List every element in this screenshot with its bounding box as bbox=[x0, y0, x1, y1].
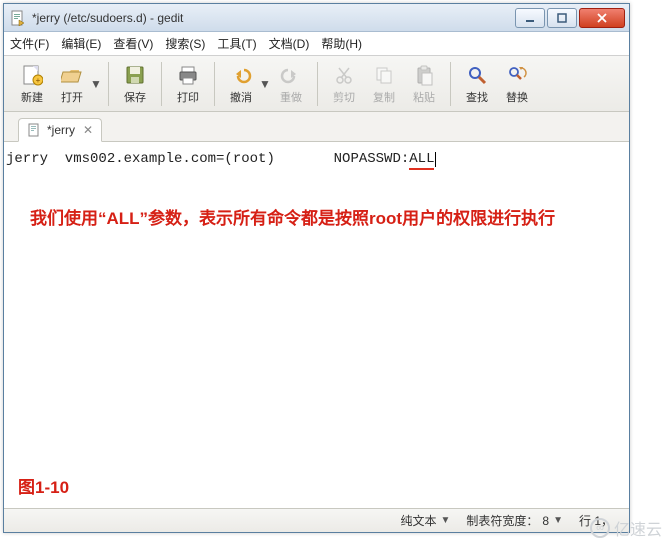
print-icon bbox=[176, 63, 200, 87]
undo-dropdown[interactable]: ▼ bbox=[259, 77, 271, 91]
statusbar: 纯文本 ▼ 制表符宽度： 8 ▼ 行 1， bbox=[4, 508, 629, 532]
cut-button[interactable]: 剪切 bbox=[324, 61, 364, 107]
tab-strip: *jerry ✕ bbox=[4, 112, 629, 142]
find-label: 查找 bbox=[466, 89, 488, 105]
find-icon bbox=[465, 63, 489, 87]
copy-button[interactable]: 复制 bbox=[364, 61, 404, 107]
menu-search[interactable]: 搜索(S) bbox=[165, 35, 205, 52]
language-selector[interactable]: 纯文本 ▼ bbox=[392, 512, 458, 529]
menu-tools[interactable]: 工具(T) bbox=[217, 35, 256, 52]
annotation-text: 我们使用“ALL”参数，表示所有命令都是按照root用户的权限进行执行 bbox=[30, 204, 555, 229]
chevron-down-icon: ▼ bbox=[553, 515, 563, 526]
cut-icon bbox=[332, 63, 356, 87]
menu-file[interactable]: 文件(F) bbox=[10, 35, 49, 52]
cut-label: 剪切 bbox=[333, 89, 355, 105]
replace-icon bbox=[505, 63, 529, 87]
toolbar-separator bbox=[108, 62, 109, 106]
toolbar-separator bbox=[450, 62, 451, 106]
new-label: 新建 bbox=[21, 89, 43, 105]
new-file-icon: + bbox=[20, 63, 44, 87]
replace-button[interactable]: 替换 bbox=[497, 61, 537, 107]
document-tab[interactable]: *jerry ✕ bbox=[18, 118, 102, 142]
app-window: *jerry (/etc/sudoers.d) - gedit 文件(F) 编辑… bbox=[3, 3, 630, 533]
undo-button[interactable]: 撤消 bbox=[221, 61, 261, 107]
undo-icon bbox=[229, 63, 253, 87]
menubar: 文件(F) 编辑(E) 查看(V) 搜索(S) 工具(T) 文档(D) 帮助(H… bbox=[4, 32, 629, 56]
print-label: 打印 bbox=[177, 89, 199, 105]
figure-label: 图1-10 bbox=[18, 473, 69, 498]
chevron-down-icon: ▼ bbox=[440, 515, 450, 526]
app-icon bbox=[10, 10, 26, 26]
menu-edit[interactable]: 编辑(E) bbox=[61, 35, 101, 52]
text-editor[interactable]: jerry vms002.example.com=(root) NOPASSWD… bbox=[4, 142, 629, 508]
redo-button[interactable]: 重做 bbox=[271, 61, 311, 107]
undo-label: 撤消 bbox=[230, 89, 252, 105]
paste-icon bbox=[412, 63, 436, 87]
toolbar-separator bbox=[161, 62, 162, 106]
maximize-button[interactable] bbox=[547, 8, 577, 28]
document-icon bbox=[27, 123, 41, 137]
open-dropdown[interactable]: ▼ bbox=[90, 77, 102, 91]
editor-line: jerry vms002.example.com=(root) NOPASSWD… bbox=[6, 150, 627, 168]
print-button[interactable]: 打印 bbox=[168, 61, 208, 107]
menu-view[interactable]: 查看(V) bbox=[113, 35, 153, 52]
window-controls bbox=[515, 8, 625, 28]
paste-label: 粘贴 bbox=[413, 89, 435, 105]
open-label: 打开 bbox=[61, 89, 83, 105]
save-label: 保存 bbox=[124, 89, 146, 105]
titlebar: *jerry (/etc/sudoers.d) - gedit bbox=[4, 4, 629, 32]
cursor-position: 行 1， bbox=[571, 512, 621, 529]
toolbar-separator bbox=[317, 62, 318, 106]
open-button[interactable]: 打开 bbox=[52, 61, 92, 107]
copy-label: 复制 bbox=[373, 89, 395, 105]
svg-text:+: + bbox=[36, 76, 41, 85]
tabwidth-selector[interactable]: 制表符宽度： 8 ▼ bbox=[458, 512, 571, 529]
menu-help[interactable]: 帮助(H) bbox=[321, 35, 362, 52]
redo-icon bbox=[279, 63, 303, 87]
window-title: *jerry (/etc/sudoers.d) - gedit bbox=[32, 11, 515, 25]
open-icon bbox=[60, 63, 84, 87]
find-button[interactable]: 查找 bbox=[457, 61, 497, 107]
close-button[interactable] bbox=[579, 8, 625, 28]
copy-icon bbox=[372, 63, 396, 87]
replace-label: 替换 bbox=[506, 89, 528, 105]
redo-label: 重做 bbox=[280, 89, 302, 105]
new-button[interactable]: + 新建 bbox=[12, 61, 52, 107]
menu-documents[interactable]: 文档(D) bbox=[269, 35, 310, 52]
save-icon bbox=[123, 63, 147, 87]
text-cursor bbox=[435, 152, 436, 167]
tab-label: *jerry bbox=[47, 123, 75, 137]
save-button[interactable]: 保存 bbox=[115, 61, 155, 107]
paste-button[interactable]: 粘贴 bbox=[404, 61, 444, 107]
toolbar-separator bbox=[214, 62, 215, 106]
minimize-button[interactable] bbox=[515, 8, 545, 28]
toolbar: + 新建 打开 ▼ 保存 打印 撤 bbox=[4, 56, 629, 112]
tab-close-button[interactable]: ✕ bbox=[81, 123, 95, 137]
